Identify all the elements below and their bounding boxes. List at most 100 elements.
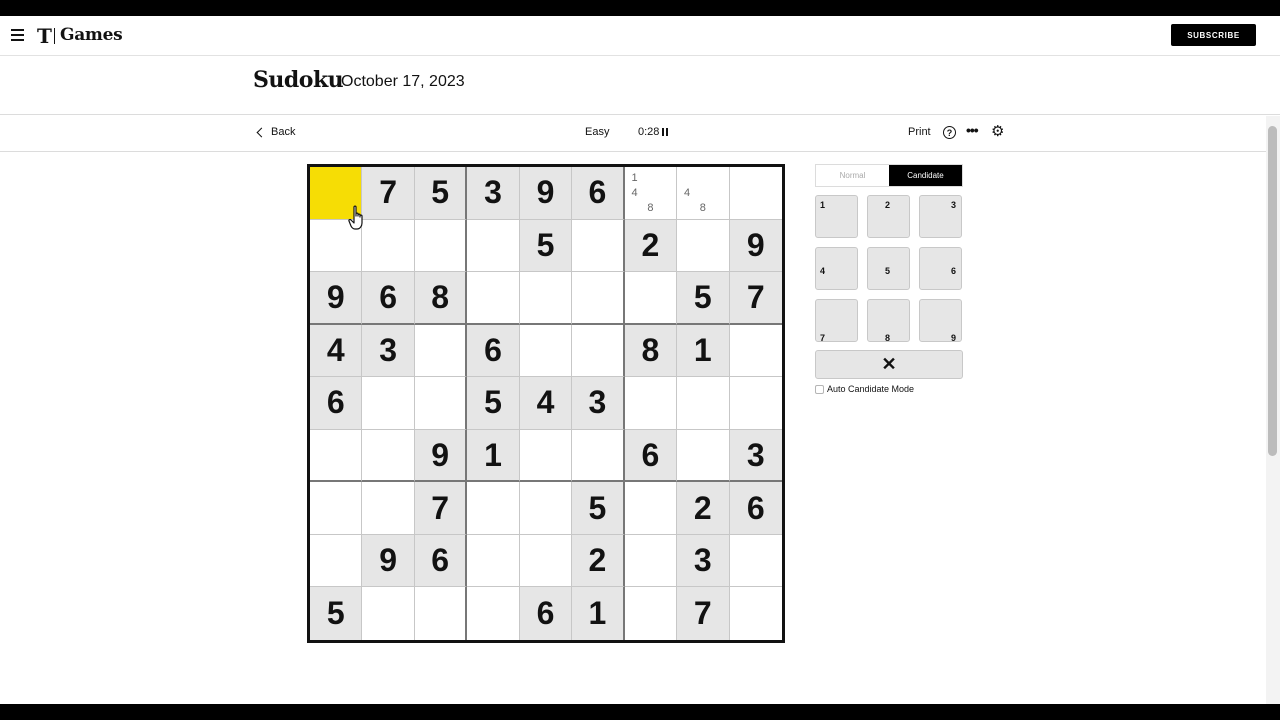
nyt-logo-icon[interactable]: T [37, 24, 52, 48]
sudoku-cell[interactable] [467, 272, 520, 325]
keypad-key-3[interactable]: 3 [919, 195, 962, 238]
sudoku-cell[interactable]: 6 [729, 482, 782, 535]
sudoku-cell[interactable] [362, 219, 415, 273]
menu-icon[interactable] [11, 29, 24, 41]
sudoku-cell[interactable] [362, 587, 415, 640]
sudoku-cell[interactable] [572, 272, 625, 325]
sudoku-cell[interactable]: 3 [729, 429, 782, 483]
sudoku-cell[interactable]: 4 [519, 377, 573, 430]
sudoku-cell[interactable] [310, 167, 363, 220]
sudoku-cell[interactable] [362, 377, 415, 430]
erase-button[interactable]: ✕ [815, 350, 963, 379]
sudoku-cell[interactable] [677, 429, 730, 483]
subscribe-button[interactable]: SUBSCRIBE [1171, 24, 1256, 46]
timer[interactable]: 0:28 [638, 126, 668, 138]
scrollbar-thumb[interactable] [1268, 126, 1277, 456]
sudoku-cell[interactable] [572, 429, 625, 483]
sudoku-cell[interactable]: 2 [677, 482, 730, 535]
more-options-icon[interactable]: ••• [966, 122, 979, 138]
keypad-key-7[interactable]: 7 [815, 299, 858, 343]
pause-icon[interactable] [662, 128, 668, 136]
sudoku-cell[interactable]: 3 [572, 377, 625, 430]
sudoku-cell[interactable]: 1 48 [624, 167, 678, 220]
sudoku-cell[interactable] [730, 587, 782, 640]
sudoku-cell[interactable] [467, 219, 520, 273]
keypad-key-5[interactable]: 5 [867, 247, 910, 290]
sudoku-cell[interactable] [414, 324, 468, 378]
sudoku-cell[interactable]: 5 [519, 219, 573, 273]
sudoku-cell[interactable]: 6 [414, 534, 468, 588]
sudoku-cell[interactable]: 1 [677, 324, 730, 378]
sudoku-cell[interactable] [677, 377, 730, 430]
sudoku-cell[interactable]: 3 [677, 534, 730, 588]
sudoku-cell[interactable]: 5 [677, 272, 730, 325]
sudoku-cell[interactable]: 6 [624, 429, 678, 483]
sudoku-cell[interactable]: 3 [467, 167, 520, 220]
sudoku-cell[interactable]: 6 [519, 587, 573, 640]
sudoku-cell[interactable]: 4 [310, 324, 363, 378]
sudoku-cell[interactable] [362, 482, 415, 535]
sudoku-cell[interactable]: 5 [414, 167, 468, 220]
sudoku-cell[interactable]: 2 [624, 219, 678, 273]
sudoku-cell[interactable] [624, 482, 678, 535]
keypad-key-4[interactable]: 4 [815, 247, 858, 290]
sudoku-cell[interactable] [729, 167, 782, 220]
candidate-mode-button[interactable]: Candidate [889, 165, 962, 186]
sudoku-cell[interactable] [310, 482, 363, 535]
sudoku-cell[interactable] [572, 324, 625, 378]
sudoku-cell[interactable] [519, 272, 573, 325]
sudoku-cell[interactable] [467, 534, 520, 588]
keypad-key-6[interactable]: 6 [919, 247, 962, 290]
sudoku-cell[interactable]: 1 [467, 429, 520, 483]
sudoku-cell[interactable] [467, 482, 520, 535]
sudoku-cell[interactable]: 9 [310, 272, 363, 325]
sudoku-cell[interactable]: 5 [310, 587, 363, 640]
sudoku-cell[interactable]: 9 [414, 429, 468, 483]
keypad-key-9[interactable]: 9 [919, 299, 962, 343]
sudoku-cell[interactable] [729, 325, 782, 378]
print-button[interactable]: Print [908, 126, 931, 138]
sudoku-cell[interactable]: 8 [624, 324, 678, 378]
sudoku-cell[interactable]: 8 [414, 272, 468, 325]
sudoku-cell[interactable] [572, 219, 625, 273]
keypad-key-8[interactable]: 8 [867, 299, 910, 343]
sudoku-cell[interactable]: 7 [729, 272, 782, 325]
sudoku-cell[interactable] [467, 587, 520, 640]
sudoku-cell[interactable] [624, 377, 678, 430]
keypad-key-2[interactable]: 2 [867, 195, 910, 238]
sudoku-cell[interactable] [414, 219, 468, 273]
normal-mode-button[interactable]: Normal [816, 165, 889, 186]
sudoku-cell[interactable] [624, 534, 678, 588]
keypad-key-1[interactable]: 1 [815, 195, 858, 238]
sudoku-cell[interactable]: 1 [572, 587, 625, 640]
sudoku-cell[interactable] [729, 535, 782, 588]
sudoku-cell[interactable]: 7 [677, 587, 730, 640]
sudoku-cell[interactable] [519, 429, 573, 483]
sudoku-cell[interactable] [624, 272, 678, 325]
sudoku-cell[interactable] [519, 534, 573, 588]
sudoku-cell[interactable] [362, 429, 415, 483]
sudoku-cell[interactable]: 5 [467, 377, 520, 430]
sudoku-cell[interactable]: 5 [572, 482, 625, 535]
sudoku-cell[interactable] [519, 324, 573, 378]
sudoku-cell[interactable]: 3 [362, 324, 415, 378]
help-icon[interactable]: ? [943, 126, 956, 139]
sudoku-cell[interactable] [310, 219, 363, 273]
sudoku-cell[interactable] [677, 219, 730, 273]
sudoku-cell[interactable]: 7 [362, 167, 415, 220]
sudoku-cell[interactable] [414, 377, 468, 430]
gear-icon[interactable]: ⚙ [991, 124, 1004, 140]
sudoku-cell[interactable]: 6 [310, 377, 363, 430]
sudoku-cell[interactable]: 48 [677, 167, 730, 220]
sudoku-cell[interactable]: 2 [572, 534, 625, 588]
sudoku-cell[interactable]: 6 [572, 167, 625, 220]
sudoku-cell[interactable] [729, 377, 782, 430]
sudoku-cell[interactable] [625, 587, 678, 640]
back-button[interactable]: Back [256, 126, 295, 138]
auto-candidate-checkbox[interactable] [815, 384, 824, 394]
sudoku-cell[interactable]: 9 [729, 219, 782, 273]
sudoku-cell[interactable] [415, 587, 468, 640]
sudoku-cell[interactable]: 6 [362, 272, 415, 325]
sudoku-cell[interactable] [519, 482, 573, 535]
sudoku-cell[interactable]: 9 [519, 167, 573, 220]
